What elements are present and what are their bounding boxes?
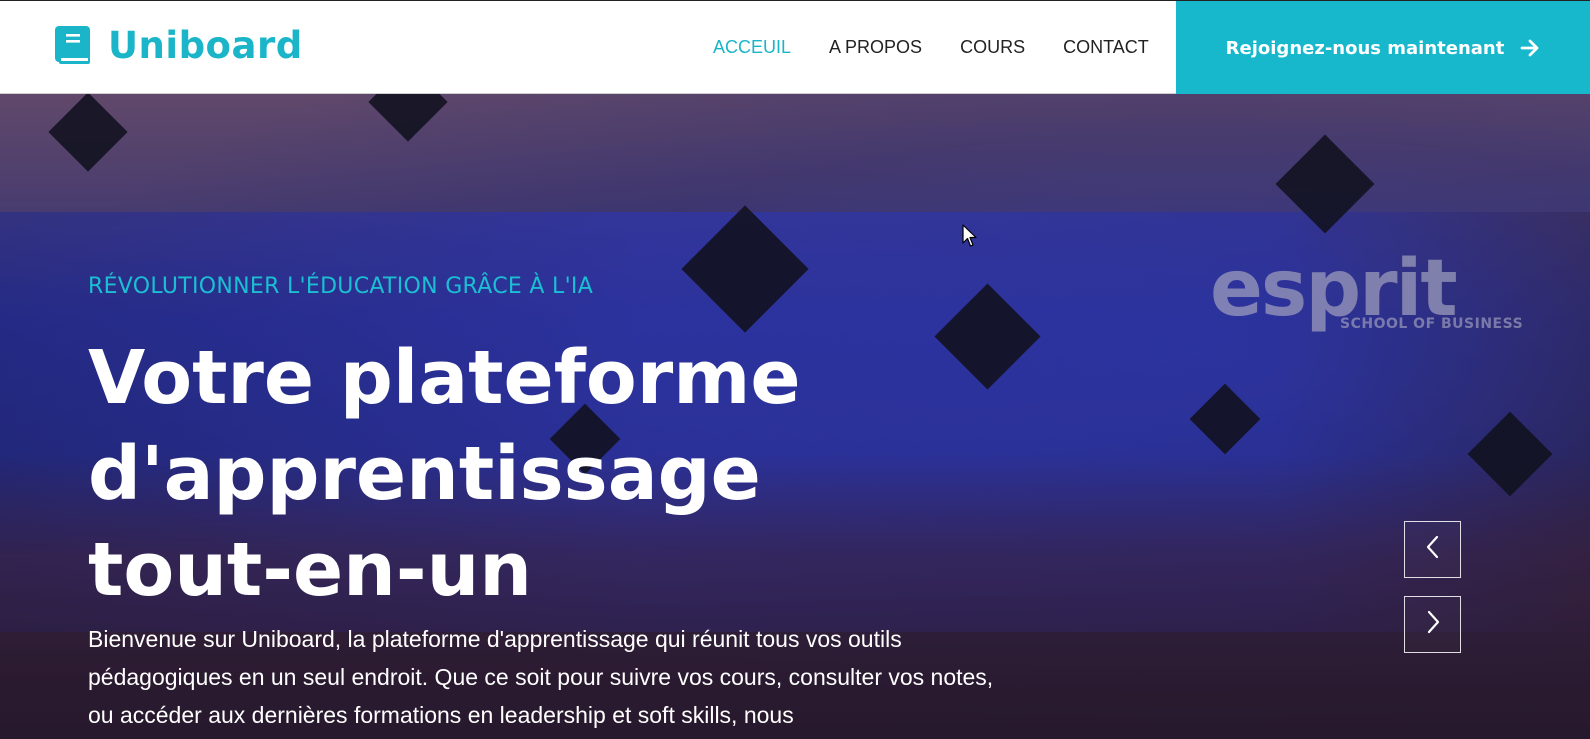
slider-prev-button[interactable] — [1404, 521, 1461, 578]
join-now-label: Rejoignez-nous maintenant — [1225, 37, 1505, 59]
join-now-button[interactable]: Rejoignez-nous maintenant — [1176, 1, 1590, 95]
hero-description: Bienvenue sur Uniboard, la plateforme d'… — [88, 626, 994, 728]
mouse-cursor-icon — [962, 224, 978, 248]
brand-name: Uniboard — [108, 23, 303, 67]
chevron-left-icon — [1423, 534, 1443, 565]
hero-tagline: RÉVOLUTIONNER L'ÉDUCATION GRÂCE À L'IA — [88, 274, 594, 299]
slider-next-button[interactable] — [1404, 596, 1461, 653]
chevron-right-icon — [1423, 609, 1443, 640]
hero-section: esprit SCHOOL OF BUSINESS RÉVOLUTIONNER … — [0, 94, 1590, 739]
nav-item-contact[interactable]: CONTACT — [1063, 35, 1149, 59]
nav-item-a-propos[interactable]: A PROPOS — [829, 35, 922, 59]
logo[interactable]: Uniboard — [54, 23, 303, 67]
hero-title: Votre plateforme d'apprentissage tout-en… — [88, 335, 801, 613]
nav-item-acceuil[interactable]: ACCEUIL — [713, 35, 791, 59]
book-icon — [54, 24, 92, 66]
main-nav: ACCEUIL A PROPOS COURS CONTACT — [713, 35, 1187, 59]
site-header: Uniboard ACCEUIL A PROPOS COURS CONTACT … — [0, 0, 1590, 95]
nav-item-cours[interactable]: COURS — [960, 35, 1025, 59]
arrow-right-icon — [1520, 38, 1540, 58]
